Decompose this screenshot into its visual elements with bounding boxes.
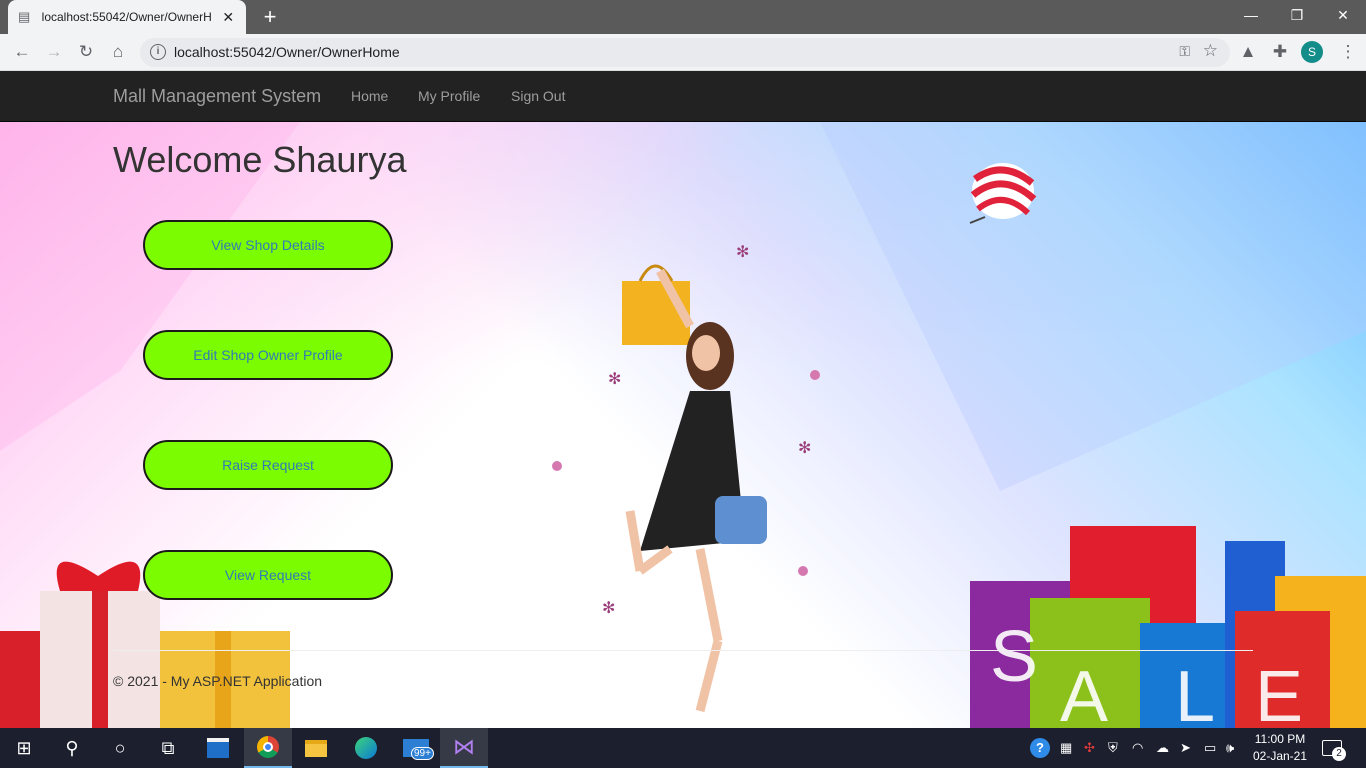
site-navbar: Mall Management System Home My Profile S… [0,71,1366,122]
windows-start-icon[interactable]: ⊞ [0,728,48,768]
cortana-icon[interactable]: ○ [96,728,144,768]
raise-request-button[interactable]: Raise Request [143,440,393,490]
store-icon[interactable] [194,728,242,768]
clock-date: 02-Jan-21 [1252,749,1308,763]
browser-tab[interactable]: ▤ localhost:55042/Owner/OwnerHome ✕ [8,0,246,34]
mail-badge: 99+ [411,747,434,760]
close-window-button[interactable]: ✕ [1320,0,1366,30]
key-icon[interactable]: ⚿ [1179,43,1190,60]
nav-link-sign-out[interactable]: Sign Out [511,88,565,104]
svg-text:L: L [1175,657,1215,728]
site-info-icon[interactable]: i [150,44,166,60]
nav-link-my-profile[interactable]: My Profile [418,88,480,104]
svg-text:S: S [990,617,1038,697]
site-brand-link[interactable]: Mall Management System [113,86,321,107]
mail-icon[interactable]: 99+ [392,728,440,768]
help-icon[interactable]: ? [1030,728,1050,768]
view-request-button[interactable]: View Request [143,550,393,600]
browser-toolbar: ← → ↻ ⌂ i localhost:55042/Owner/OwnerHom… [0,34,1366,71]
notifications-icon[interactable]: 2 [1322,728,1346,768]
cloud-upload-icon[interactable]: ☁ [1156,728,1169,768]
tab-title: localhost:55042/Owner/OwnerHome [41,10,213,24]
tray-network-nodes-icon[interactable]: ✣ [1084,728,1095,768]
search-icon[interactable]: ⚲ [48,728,96,768]
page-favicon-icon: ▤ [18,9,31,24]
reload-icon[interactable]: ↻ [74,40,98,64]
svg-text:✻: ✻ [602,600,615,617]
footer-divider [113,650,1253,651]
svg-text:E: E [1255,657,1303,728]
minimize-button[interactable]: — [1228,0,1274,30]
svg-text:A: A [1060,657,1108,728]
extensions-puzzle-icon[interactable]: ✚ [1268,40,1292,64]
sale-bags-icon: S A L E [970,526,1366,728]
tab-close-icon[interactable]: ✕ [220,9,236,26]
edit-shop-owner-profile-button[interactable]: Edit Shop Owner Profile [143,330,393,380]
address-bar[interactable]: i localhost:55042/Owner/OwnerHome ⚿ ☆ [140,38,1230,67]
browser-tab-strip: ▤ localhost:55042/Owner/OwnerHome ✕ + — … [0,0,1366,34]
shopping-girl-figure-icon [622,264,767,713]
clock-time: 11:00 PM [1254,732,1306,746]
wifi-icon[interactable]: ◠ [1132,728,1143,768]
tray-app-icon[interactable]: ➤ [1180,728,1191,768]
file-explorer-icon[interactable] [292,728,340,768]
home-icon[interactable]: ⌂ [106,40,130,64]
svg-text:✻: ✻ [798,440,811,457]
svg-text:✻: ✻ [736,244,749,261]
new-tab-button[interactable]: + [258,5,282,29]
taskbar-clock[interactable]: 11:00 PM 02-Jan-21 [1252,731,1308,765]
footer-copyright: © 2021 - My ASP.NET Application [113,673,323,689]
back-arrow-icon[interactable]: ← [10,40,34,64]
battery-icon[interactable]: ▭ [1204,728,1216,768]
restore-button[interactable]: ❐ [1274,0,1320,30]
tray-database-icon[interactable]: ▦ [1060,728,1072,768]
tray-shield-icon[interactable]: ⛨ [1108,728,1118,768]
drive-icon[interactable]: ▲ [1236,40,1260,64]
volume-icon[interactable]: 🕪 [1226,728,1234,768]
task-view-icon[interactable]: ⧉ [144,728,192,768]
forward-arrow-icon[interactable]: → [42,40,66,64]
svg-text:✻: ✻ [608,371,621,388]
edge-icon[interactable] [342,728,390,768]
nav-link-home[interactable]: Home [351,88,388,104]
profile-avatar[interactable]: S [1301,41,1323,63]
welcome-heading: Welcome Shaurya [113,139,407,180]
view-shop-details-button[interactable]: View Shop Details [143,220,393,270]
address-bar-url[interactable]: localhost:55042/Owner/OwnerHome [174,44,400,60]
chrome-taskbar-icon[interactable] [244,728,292,768]
windows-taskbar: ⊞ ⚲ ○ ⧉ 99+ ⋈ ? ▦ ✣ ⛨ ◠ ☁ ➤ ▭ 🕪 11:00 PM… [0,728,1366,768]
web-page: S A L E ✻ ✻ ✻ ✻ Mall Management System H… [0,71,1366,728]
menu-kebab-icon[interactable]: ⋮ [1336,40,1360,64]
notification-count: 2 [1332,747,1346,761]
bookmark-star-icon[interactable]: ☆ [1203,41,1218,61]
visual-studio-icon[interactable]: ⋈ [440,728,488,768]
